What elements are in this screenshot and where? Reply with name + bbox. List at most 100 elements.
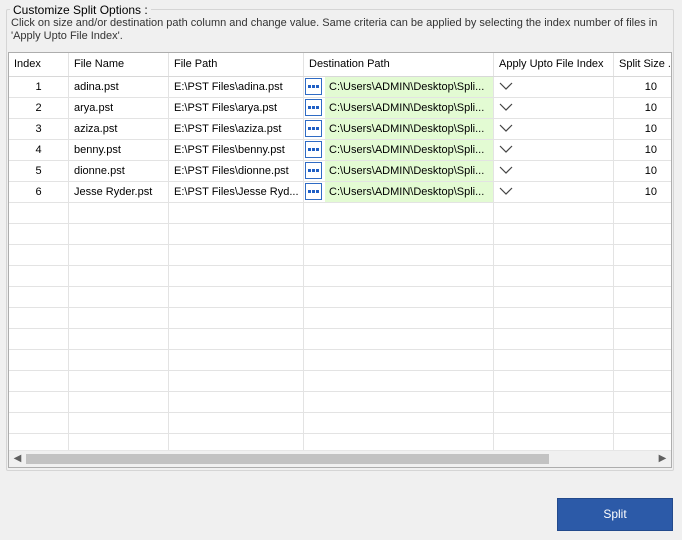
index-cell[interactable]: 6: [9, 182, 69, 203]
file-path-cell[interactable]: E:\PST Files\benny.pst: [169, 140, 304, 161]
empty-cell: [614, 224, 671, 245]
column-header-destination-path[interactable]: Destination Path: [304, 53, 494, 76]
destination-path-value[interactable]: C:\Users\ADMIN\Desktop\Spli...: [325, 140, 493, 160]
index-cell[interactable]: 5: [9, 161, 69, 182]
column-header-apply-upto-file-index[interactable]: Apply Upto File Index: [494, 53, 614, 76]
index-cell[interactable]: 3: [9, 119, 69, 140]
file-name-cell[interactable]: aziza.pst: [69, 119, 169, 140]
empty-cell: [169, 350, 304, 371]
index-cell[interactable]: 4: [9, 140, 69, 161]
empty-cell: [69, 245, 169, 266]
file-path-cell[interactable]: E:\PST Files\arya.pst: [169, 98, 304, 119]
empty-cell: [494, 329, 614, 350]
index-cell[interactable]: 2: [9, 98, 69, 119]
file-name-cell[interactable]: adina.pst: [69, 77, 169, 98]
table-row[interactable]: 6 Jesse Ryder.pst E:\PST Files\Jesse Ryd…: [9, 182, 671, 203]
apply-upto-file-index-cell[interactable]: [494, 182, 614, 203]
empty-cell: [614, 392, 671, 413]
column-header-split-size[interactable]: Split Size ...: [614, 53, 671, 76]
apply-upto-file-index-cell[interactable]: [494, 119, 614, 140]
empty-cell: [614, 371, 671, 392]
table-row[interactable]: 5 dionne.pst E:\PST Files\dionne.pst C:\…: [9, 161, 671, 182]
file-name-cell[interactable]: Jesse Ryder.pst: [69, 182, 169, 203]
destination-path-cell[interactable]: C:\Users\ADMIN\Desktop\Spli...: [304, 161, 494, 182]
chevron-down-icon[interactable]: [499, 145, 513, 154]
split-size-cell[interactable]: 10: [614, 77, 671, 98]
split-size-cell[interactable]: 10: [614, 161, 671, 182]
file-path-cell[interactable]: E:\PST Files\adina.pst: [169, 77, 304, 98]
apply-upto-file-index-cell[interactable]: [494, 140, 614, 161]
empty-cell: [169, 371, 304, 392]
ellipsis-icon[interactable]: [305, 78, 322, 95]
file-name-cell[interactable]: arya.pst: [69, 98, 169, 119]
split-size-cell[interactable]: 10: [614, 119, 671, 140]
destination-path-value[interactable]: C:\Users\ADMIN\Desktop\Spli...: [325, 98, 493, 118]
destination-path-value[interactable]: C:\Users\ADMIN\Desktop\Spli...: [325, 119, 493, 139]
file-path-cell[interactable]: E:\PST Files\dionne.pst: [169, 161, 304, 182]
destination-path-value[interactable]: C:\Users\ADMIN\Desktop\Spli...: [325, 77, 493, 97]
ellipsis-icon[interactable]: [305, 99, 322, 116]
empty-cell: [614, 413, 671, 434]
empty-cell: [9, 308, 69, 329]
empty-cell: [169, 413, 304, 434]
table-row[interactable]: 2 arya.pst E:\PST Files\arya.pst C:\User…: [9, 98, 671, 119]
empty-cell: [614, 329, 671, 350]
destination-path-cell[interactable]: C:\Users\ADMIN\Desktop\Spli...: [304, 140, 494, 161]
horizontal-scrollbar[interactable]: ◀ ▶: [9, 450, 671, 467]
table-row[interactable]: 1 adina.pst E:\PST Files\adina.pst C:\Us…: [9, 77, 671, 98]
column-header-index[interactable]: Index: [9, 53, 69, 76]
empty-cell: [169, 287, 304, 308]
chevron-down-icon[interactable]: [499, 103, 513, 112]
empty-cell: [614, 245, 671, 266]
chevron-down-icon[interactable]: [499, 187, 513, 196]
table-row[interactable]: 3 aziza.pst E:\PST Files\aziza.pst C:\Us…: [9, 119, 671, 140]
file-path-cell[interactable]: E:\PST Files\aziza.pst: [169, 119, 304, 140]
scrollbar-thumb[interactable]: [26, 454, 549, 464]
destination-path-cell[interactable]: C:\Users\ADMIN\Desktop\Spli...: [304, 77, 494, 98]
split-size-cell[interactable]: 10: [614, 98, 671, 119]
split-options-grid[interactable]: Index File Name File Path Destination Pa…: [8, 52, 672, 468]
table-row[interactable]: 4 benny.pst E:\PST Files\benny.pst C:\Us…: [9, 140, 671, 161]
group-description: Click on size and/or destination path co…: [11, 17, 658, 42]
empty-table-row: [9, 266, 671, 287]
index-cell[interactable]: 1: [9, 77, 69, 98]
empty-cell: [69, 224, 169, 245]
ellipsis-icon[interactable]: [305, 162, 322, 179]
split-button[interactable]: Split: [557, 498, 673, 531]
file-name-cell[interactable]: benny.pst: [69, 140, 169, 161]
apply-upto-file-index-cell[interactable]: [494, 77, 614, 98]
split-size-cell[interactable]: 10: [614, 140, 671, 161]
empty-cell: [9, 371, 69, 392]
destination-path-cell[interactable]: C:\Users\ADMIN\Desktop\Spli...: [304, 182, 494, 203]
scroll-right-arrow-icon[interactable]: ▶: [654, 451, 671, 467]
column-header-file-path[interactable]: File Path: [169, 53, 304, 76]
ellipsis-icon[interactable]: [305, 120, 322, 137]
chevron-down-icon[interactable]: [499, 166, 513, 175]
split-size-cell[interactable]: 10: [614, 182, 671, 203]
empty-cell: [494, 245, 614, 266]
destination-path-cell[interactable]: C:\Users\ADMIN\Desktop\Spli...: [304, 119, 494, 140]
empty-cell: [614, 287, 671, 308]
apply-upto-file-index-cell[interactable]: [494, 161, 614, 182]
empty-table-row: [9, 245, 671, 266]
chevron-down-icon[interactable]: [499, 124, 513, 133]
empty-cell: [614, 308, 671, 329]
ellipsis-icon[interactable]: [305, 141, 322, 158]
destination-path-value[interactable]: C:\Users\ADMIN\Desktop\Spli...: [325, 182, 493, 202]
destination-path-cell[interactable]: C:\Users\ADMIN\Desktop\Spli...: [304, 98, 494, 119]
apply-upto-file-index-cell[interactable]: [494, 98, 614, 119]
empty-table-row: [9, 350, 671, 371]
empty-table-row: [9, 287, 671, 308]
ellipsis-icon[interactable]: [305, 183, 322, 200]
empty-cell: [69, 287, 169, 308]
file-path-cell[interactable]: E:\PST Files\Jesse Ryd...: [169, 182, 304, 203]
empty-table-row: [9, 413, 671, 434]
destination-path-value[interactable]: C:\Users\ADMIN\Desktop\Spli...: [325, 161, 493, 181]
file-name-cell[interactable]: dionne.pst: [69, 161, 169, 182]
empty-cell: [9, 287, 69, 308]
column-header-file-name[interactable]: File Name: [69, 53, 169, 76]
empty-cell: [494, 308, 614, 329]
chevron-down-icon[interactable]: [499, 82, 513, 91]
scroll-left-arrow-icon[interactable]: ◀: [9, 451, 26, 467]
empty-cell: [9, 413, 69, 434]
